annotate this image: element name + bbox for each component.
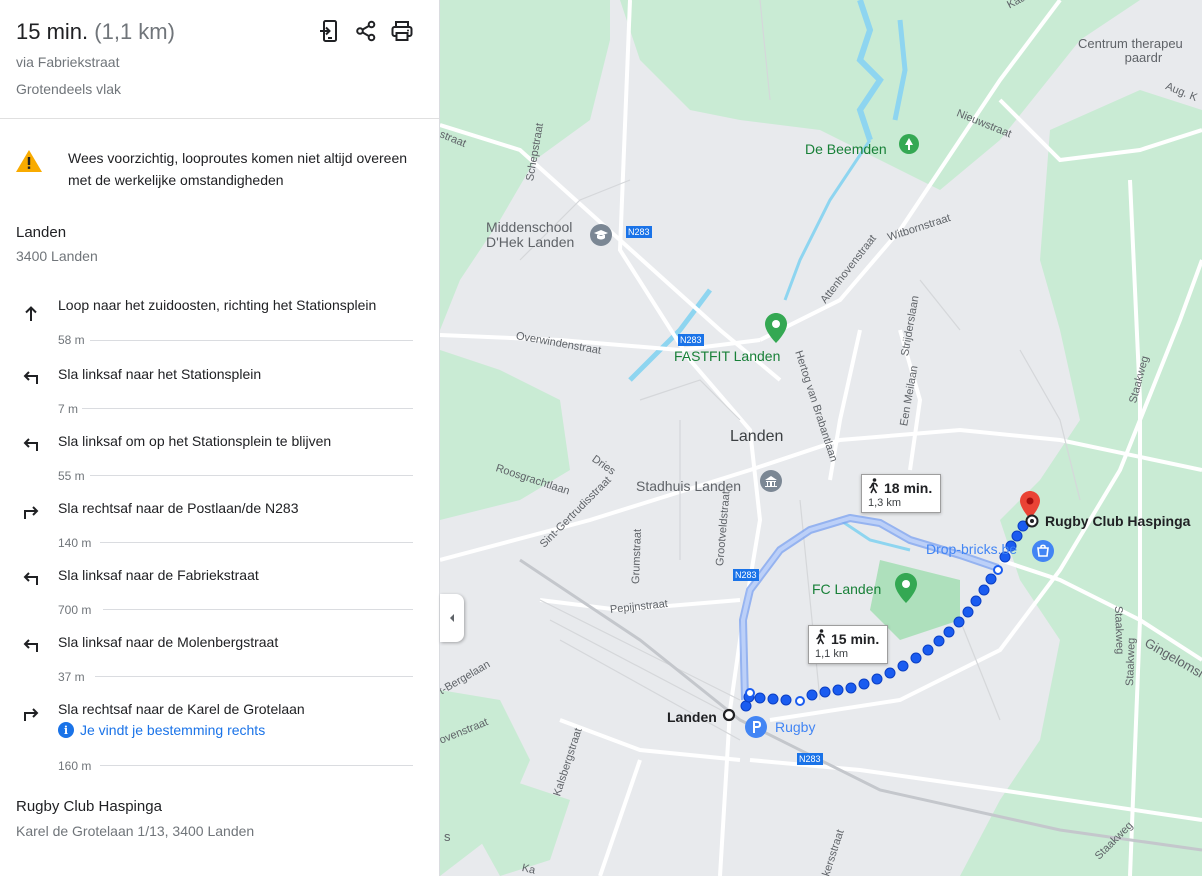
step-divider	[82, 408, 413, 409]
street-label: Staakweg	[1124, 637, 1138, 687]
step-divider	[90, 475, 413, 476]
place-fastfit[interactable]: FASTFIT Landen	[674, 348, 780, 364]
place-rugby[interactable]: Rugby	[775, 719, 815, 735]
place-centrum-line2: paardr	[1124, 50, 1163, 65]
step-instruction: Sla linksaf naar de Molenbergstraat	[58, 634, 279, 650]
place-drop-bricks[interactable]: Drop-bricks.be	[926, 541, 1017, 557]
collapse-panel-button[interactable]	[440, 594, 464, 642]
step-instruction: Sla linksaf om op het Stationsplein te b…	[58, 433, 332, 449]
origin-name: Landen	[16, 224, 67, 241]
street-label: Ka	[520, 862, 537, 876]
parking-icon[interactable]	[745, 716, 767, 743]
street-label: s	[444, 829, 451, 844]
turn-left-icon	[21, 433, 41, 453]
place-landen-town[interactable]: Landen	[730, 428, 783, 446]
place-de-beemden[interactable]: De Beemden	[805, 141, 887, 157]
step-distance: 37 m	[58, 670, 85, 684]
destination-address: Karel de Grotelaan 1/13, 3400 Landen	[16, 823, 255, 839]
warning-triangle-icon	[15, 149, 43, 178]
place-centrum-line1: Centrum therapeu	[1078, 36, 1183, 51]
route-alt-time: 18 min.	[884, 479, 933, 496]
turn-left-icon	[21, 366, 41, 386]
destination-name: Rugby Club Haspinga	[16, 798, 162, 815]
route-summary-title: 15 min. (1,1 km)	[16, 19, 175, 45]
route-duration: 15 min.	[16, 19, 89, 44]
step-distance: 55 m	[58, 469, 85, 483]
road-badge-n283: N283	[626, 226, 652, 238]
arrow-up-icon	[21, 304, 41, 324]
step-divider	[100, 765, 413, 766]
map-pin-green-icon[interactable]	[895, 573, 917, 608]
map-canvas[interactable]: De Beemden Middenschool D'Hek Landen N28…	[440, 0, 1202, 876]
step-divider	[100, 542, 413, 543]
send-to-phone-icon[interactable]	[319, 18, 341, 44]
place-middenschool-line2: D'Hek Landen	[486, 234, 575, 250]
street-label: Grumstraat	[630, 528, 644, 585]
walking-icon	[868, 478, 880, 497]
place-centrum[interactable]: Centrum therapeu paardr	[1078, 37, 1183, 65]
origin-address: 3400 Landen	[16, 248, 98, 264]
turn-left-icon	[21, 634, 41, 654]
school-icon[interactable]	[590, 224, 612, 251]
header-actions	[319, 18, 413, 44]
road-badge-n283: N283	[733, 569, 759, 581]
place-middenschool-line1: Middenschool	[486, 219, 573, 235]
turn-right-icon	[21, 703, 41, 723]
place-start-landen[interactable]: Landen	[667, 709, 717, 725]
street-label: Staakweg	[1112, 605, 1126, 655]
step-distance: 700 m	[58, 603, 92, 617]
road-badge-n283: N283	[678, 334, 704, 346]
step-divider	[90, 340, 413, 341]
route-via: via Fabriekstraat	[16, 54, 120, 70]
walking-icon	[815, 629, 827, 648]
park-pin-icon[interactable]	[899, 134, 919, 161]
route-main-callout[interactable]: 15 min. 1,1 km	[808, 625, 889, 664]
shopping-bag-icon[interactable]	[1032, 540, 1054, 567]
route-summary-header: 15 min. (1,1 km) via Fabriekstraat Grote…	[0, 0, 439, 119]
route-terrain: Grotendeels vlak	[16, 81, 122, 97]
step-divider	[103, 609, 413, 610]
route-main-time: 15 min.	[831, 630, 880, 647]
chevron-left-icon	[450, 614, 454, 622]
step-instruction: Sla linksaf naar het Stationsplein	[58, 366, 262, 382]
place-middenschool[interactable]: Middenschool D'Hek Landen	[486, 220, 574, 250]
route-distance: (1,1 km)	[94, 19, 175, 44]
step-distance: 7 m	[58, 402, 79, 416]
road-badge-n283: N283	[797, 753, 823, 765]
route-alt-callout[interactable]: 18 min. 1,3 km	[861, 474, 942, 513]
step-distance: 160 m	[58, 759, 92, 773]
step-instruction: Sla rechtsaf naar de Postlaan/de N283	[58, 500, 299, 516]
directions-panel: 15 min. (1,1 km) via Fabriekstraat Grote…	[0, 0, 440, 876]
share-icon[interactable]	[355, 18, 377, 44]
route-alt-dist: 1,3 km	[868, 497, 902, 509]
warning-text: Wees voorzichtig, looproutes komen niet …	[68, 150, 408, 188]
step-instruction: Sla rechtsaf naar de Karel de Grotelaan	[58, 701, 305, 717]
route-main-dist: 1,1 km	[815, 648, 849, 660]
place-rugby-club[interactable]: Rugby Club Haspinga	[1045, 513, 1190, 529]
step-info-text: Je vindt je bestemming rechts	[80, 722, 266, 738]
step-info[interactable]: i Je vindt je bestemming rechts	[58, 722, 265, 738]
place-fc-landen[interactable]: FC Landen	[812, 581, 881, 597]
step-distance: 140 m	[58, 536, 92, 550]
step-divider	[95, 676, 413, 677]
info-icon: i	[58, 722, 74, 738]
map-pin-green-icon[interactable]	[765, 313, 787, 348]
turn-right-icon	[21, 501, 41, 521]
city-hall-icon[interactable]	[760, 470, 782, 497]
origin-marker-icon	[722, 708, 736, 727]
step-distance: 58 m	[58, 333, 85, 347]
step-instruction: Sla linksaf naar de Fabriekstraat	[58, 567, 259, 583]
turn-left-icon	[21, 567, 41, 587]
step-instruction: Loop naar het zuidoosten, richting het S…	[58, 297, 377, 313]
print-icon[interactable]	[391, 18, 413, 44]
destination-marker-icon	[1025, 514, 1039, 533]
